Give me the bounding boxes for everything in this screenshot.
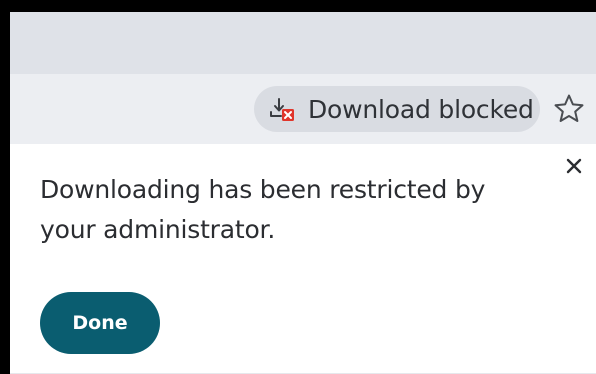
screen-border-left — [0, 0, 10, 374]
browser-window: Download blocked Downloading has been re… — [0, 0, 596, 374]
download-blocked-label: Download blocked — [308, 94, 534, 124]
tab-strip — [10, 12, 596, 74]
download-blocked-chip[interactable]: Download blocked — [254, 86, 540, 132]
bookmark-star-icon[interactable] — [552, 92, 586, 126]
bubble-message: Downloading has been restricted by your … — [40, 175, 486, 244]
screen-border-top — [0, 0, 596, 12]
done-button[interactable]: Done — [40, 292, 160, 354]
close-icon[interactable] — [560, 152, 588, 180]
download-blocked-icon — [268, 95, 296, 123]
